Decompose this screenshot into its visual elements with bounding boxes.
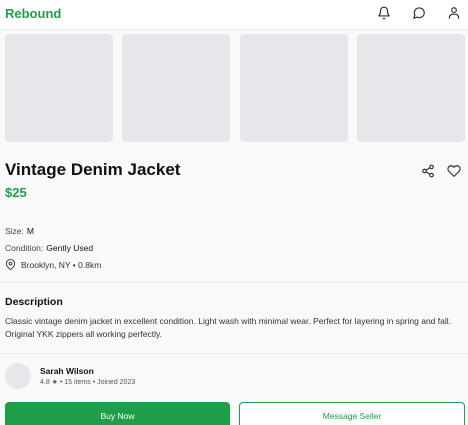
app-logo[interactable]: Rebound bbox=[5, 6, 61, 21]
description-heading: Description bbox=[5, 296, 63, 308]
bell-icon[interactable] bbox=[376, 5, 392, 21]
gallery-image[interactable] bbox=[357, 34, 465, 142]
gallery-image[interactable] bbox=[240, 34, 348, 142]
divider bbox=[0, 353, 468, 354]
gallery-image[interactable] bbox=[5, 34, 113, 142]
condition-label: Condition: bbox=[5, 243, 44, 253]
seller-avatar[interactable] bbox=[5, 363, 31, 389]
description-text: Classic vintage denim jacket in excellen… bbox=[5, 316, 451, 339]
top-bar: Rebound bbox=[0, 0, 468, 30]
size-row: Size: M bbox=[5, 226, 34, 236]
user-icon[interactable] bbox=[446, 5, 462, 21]
size-value: M bbox=[26, 226, 34, 236]
heart-icon[interactable] bbox=[446, 163, 462, 179]
image-gallery[interactable] bbox=[5, 34, 468, 142]
location-row: Brooklyn, NY • 0.8km bbox=[5, 259, 101, 270]
chat-icon[interactable] bbox=[411, 5, 427, 21]
seller-name[interactable]: Sarah Wilson bbox=[40, 366, 94, 376]
condition-row: Condition: Gently Used bbox=[5, 243, 93, 253]
gallery-image[interactable] bbox=[122, 34, 230, 142]
share-icon[interactable] bbox=[420, 163, 436, 179]
location-text: Brooklyn, NY • 0.8km bbox=[21, 259, 102, 270]
map-pin-icon bbox=[5, 259, 16, 270]
condition-value: Gently Used bbox=[46, 243, 94, 253]
seller-meta: 4.8 ★ • 15 items • Joined 2023 bbox=[40, 379, 136, 386]
size-label: Size: bbox=[5, 226, 24, 236]
buy-now-button[interactable]: Buy Now bbox=[5, 402, 230, 425]
message-seller-button[interactable]: Message Seller bbox=[239, 402, 465, 425]
listing-price: $25 bbox=[5, 185, 27, 200]
listing-title: Vintage Denim Jacket bbox=[5, 160, 181, 179]
divider bbox=[0, 282, 468, 283]
